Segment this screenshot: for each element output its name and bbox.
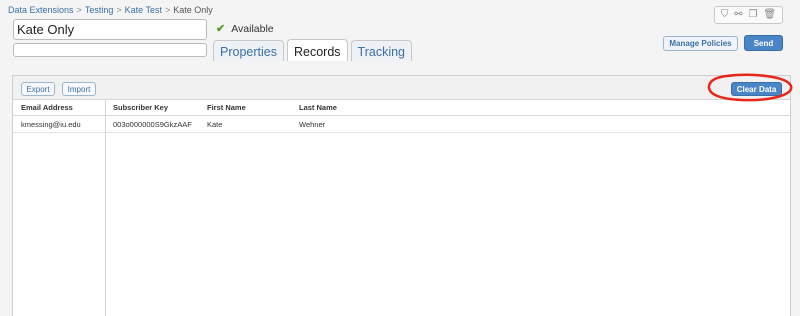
checkmark-icon: ✔ xyxy=(216,23,226,35)
tab-records[interactable]: Records xyxy=(286,39,348,61)
breadcrumb-separator: > xyxy=(76,5,82,15)
tab-tracking[interactable]: Tracking xyxy=(350,40,412,61)
description-input[interactable] xyxy=(13,43,207,57)
link-icon[interactable]: ⚯ xyxy=(734,10,742,20)
import-button[interactable]: Import xyxy=(62,82,96,96)
breadcrumb-current: Kate Only xyxy=(173,5,213,15)
breadcrumb-separator: > xyxy=(164,5,171,15)
tab-properties[interactable]: Properties xyxy=(213,40,284,61)
status-indicator: ✔ Available xyxy=(216,22,274,36)
manage-policies-button[interactable]: Manage Policies xyxy=(663,36,738,51)
trash-icon[interactable]: 🗑 xyxy=(763,10,776,20)
breadcrumb-separator: > xyxy=(116,5,122,15)
breadcrumb-link-data-extensions[interactable]: Data Extensions xyxy=(8,5,74,15)
table-row[interactable]: kmessing@iu.edu 003o000000S9GkzAAF Kate … xyxy=(13,116,790,133)
annotation-circle xyxy=(707,73,793,102)
breadcrumb-link-kate-test[interactable]: Kate Test xyxy=(125,5,162,15)
status-label: Available xyxy=(231,22,274,35)
records-toolbar xyxy=(13,76,790,100)
cell-last-name: Wehner xyxy=(299,119,326,129)
filter-icon[interactable]: ⛉ xyxy=(721,10,729,20)
export-button[interactable]: Export xyxy=(21,82,55,96)
cell-subscriber-key: 003o000000S9GkzAAF xyxy=(113,119,192,129)
breadcrumb-link-testing[interactable]: Testing xyxy=(85,5,114,15)
tab-bar: Properties Records Tracking xyxy=(213,39,412,61)
column-header-email[interactable]: Email Address xyxy=(21,100,73,115)
send-button[interactable]: Send xyxy=(744,35,783,51)
grid-header: Email Address Subscriber Key First Name … xyxy=(13,100,790,116)
column-divider xyxy=(105,100,106,316)
column-header-last-name[interactable]: Last Name xyxy=(299,100,337,115)
copy-icon[interactable]: ❐ xyxy=(749,10,758,20)
column-header-subscriber-key[interactable]: Subscriber Key xyxy=(113,100,168,115)
breadcrumb: Data Extensions > Testing > Kate Test > Kate O… xyxy=(8,5,213,15)
cell-email: kmessing@iu.edu xyxy=(21,119,81,129)
name-input[interactable] xyxy=(13,19,207,40)
cell-first-name: Kate xyxy=(207,119,223,129)
toolbar-icon-group: ⛉ ⚯ ❐ 🗑 xyxy=(714,6,783,24)
column-header-first-name[interactable]: First Name xyxy=(207,100,246,115)
records-panel: Export Import Clear Data Email Address S… xyxy=(12,75,791,316)
